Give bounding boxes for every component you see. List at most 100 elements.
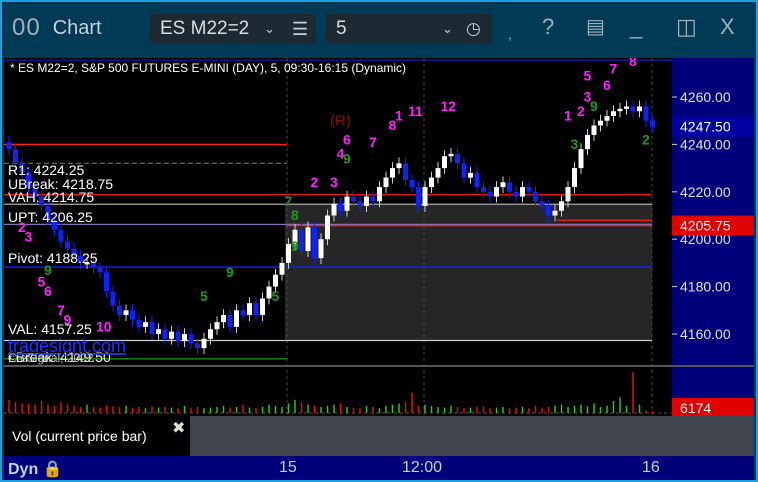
candle-body	[188, 334, 194, 344]
candle-body	[403, 163, 408, 180]
sequence-count-label: 2	[311, 174, 319, 190]
candle-body	[156, 329, 161, 334]
study-pane: Vol (current price bar) ✖	[4, 416, 754, 456]
candle-body	[468, 172, 473, 178]
time-label: 15	[279, 459, 297, 476]
volume-study-label: Vol (current price bar)	[4, 416, 190, 456]
candle-body	[533, 191, 538, 202]
candle-body	[149, 322, 155, 334]
candle-body	[305, 227, 311, 252]
candle-body	[624, 106, 629, 109]
candle-body	[104, 272, 109, 292]
candle-body	[396, 163, 402, 169]
price-plot[interactable]: 2395679 105959782 3469781 11 121 2393567 82(R)…	[4, 58, 754, 418]
candle-body	[65, 241, 70, 249]
candle-body	[617, 108, 623, 112]
candle-body	[97, 267, 103, 273]
clock-icon[interactable]: ◷	[466, 19, 481, 39]
candle-body	[351, 196, 356, 202]
dynamic-mode-label[interactable]: Dyn 🔒	[8, 459, 63, 479]
level-label: Pivot: 4188.25	[8, 250, 98, 266]
sequence-count-label: 5	[272, 288, 280, 304]
chart-window: 00 Chart ES M22=2 ⌄ ☰ 5 ⌄ ◷ , ? ▤ _ ◫ X …	[2, 2, 756, 480]
candle-body	[565, 187, 571, 202]
candle-body	[117, 305, 122, 316]
sequence-count-label: 12	[441, 98, 457, 114]
candle-body	[611, 111, 616, 116]
volume-last-label: 6174	[680, 400, 711, 416]
close-study-icon[interactable]: ✖	[172, 418, 185, 438]
candle-body	[299, 229, 304, 252]
sequence-count-label: 5	[200, 288, 208, 304]
candle-body	[650, 120, 655, 127]
candle-body	[494, 187, 499, 197]
sequence-count-label: 8	[291, 207, 299, 223]
maximize-icon[interactable]: ◫	[676, 14, 697, 40]
candle-body	[221, 315, 226, 323]
price-tick-label: 4160.00	[680, 326, 731, 342]
candle-body	[520, 187, 525, 197]
candle-body	[162, 329, 168, 339]
help-button[interactable]: ?	[542, 14, 554, 40]
candle-body	[500, 182, 506, 188]
chart-area[interactable]: * ES M22=2, S&P 500 FUTURES E-MINI (DAY)…	[4, 58, 754, 480]
level-label: VAH: 4214.75	[8, 189, 94, 205]
interval-selector[interactable]: 5 ⌄ ◷	[326, 14, 492, 44]
layout-menu-icon[interactable]: ▤	[586, 14, 605, 39]
title-bar: 00 Chart ES M22=2 ⌄ ☰ 5 ⌄ ◷ , ? ▤ _ ◫ X	[2, 2, 756, 54]
candle-body	[325, 215, 330, 240]
time-label: 12:00	[402, 459, 443, 476]
last-price-label: 4247.50	[680, 119, 731, 135]
interval-value: 5	[336, 18, 347, 39]
dyn-text: Dyn	[8, 461, 39, 478]
candle-body	[377, 187, 382, 202]
candle-body	[338, 203, 343, 211]
sequence-count-label: 5	[584, 67, 592, 83]
chart-header: * ES M22=2, S&P 500 FUTURES E-MINI (DAY)…	[10, 61, 407, 75]
price-tick-label: 4260.00	[680, 89, 731, 105]
list-icon[interactable]: ☰	[292, 19, 308, 40]
candle-body	[390, 168, 395, 178]
candle-body	[578, 149, 584, 169]
candle-body	[110, 291, 116, 306]
candle-body	[130, 310, 135, 320]
candle-body	[422, 187, 428, 207]
candle-body	[357, 201, 363, 207]
candle-body	[195, 343, 200, 349]
candle-body	[637, 106, 642, 112]
candle-body	[247, 303, 252, 316]
volume-label-text: Vol (current price bar)	[12, 428, 147, 444]
sequence-count-label: 7	[610, 60, 618, 76]
sequence-count-label: 6	[603, 77, 611, 93]
comma-icon[interactable]: ,	[508, 26, 512, 42]
candle-body	[526, 187, 532, 192]
symbol-selector[interactable]: ES M22=2 ⌄ ☰	[150, 14, 316, 44]
price-tick-label: 4220.00	[680, 184, 731, 200]
price-tick-label: 4180.00	[680, 279, 731, 295]
sequence-count-label: 7	[369, 134, 377, 150]
minimize-button[interactable]: _	[630, 14, 642, 40]
sequence-count-label: 9	[226, 264, 234, 280]
candle-body	[598, 120, 603, 126]
chevron-down-icon[interactable]: ⌄	[442, 21, 453, 37]
sequence-count-label: 6	[44, 283, 52, 299]
candle-body	[260, 298, 265, 316]
chevron-down-icon[interactable]: ⌄	[264, 21, 275, 37]
sequence-count-label: 3	[25, 229, 33, 245]
app-logo: 00	[12, 14, 41, 41]
sequence-count-label: 10	[96, 319, 112, 335]
close-button[interactable]: X	[720, 14, 735, 40]
time-axis[interactable]: Dyn 🔒 15 12:00 16	[4, 456, 754, 480]
candle-body	[208, 329, 213, 339]
sequence-count-label: 1	[395, 108, 403, 124]
candle-body	[442, 156, 447, 169]
candle-body	[559, 201, 564, 211]
candle-body	[539, 201, 545, 207]
sequence-count-label: 9	[343, 150, 351, 166]
candle-body	[182, 334, 187, 342]
sequence-count-label: 11	[408, 103, 423, 119]
candle-body	[240, 310, 246, 316]
candle-body	[435, 168, 441, 178]
lock-icon[interactable]: 🔒	[43, 461, 63, 478]
candle-body	[383, 177, 389, 188]
